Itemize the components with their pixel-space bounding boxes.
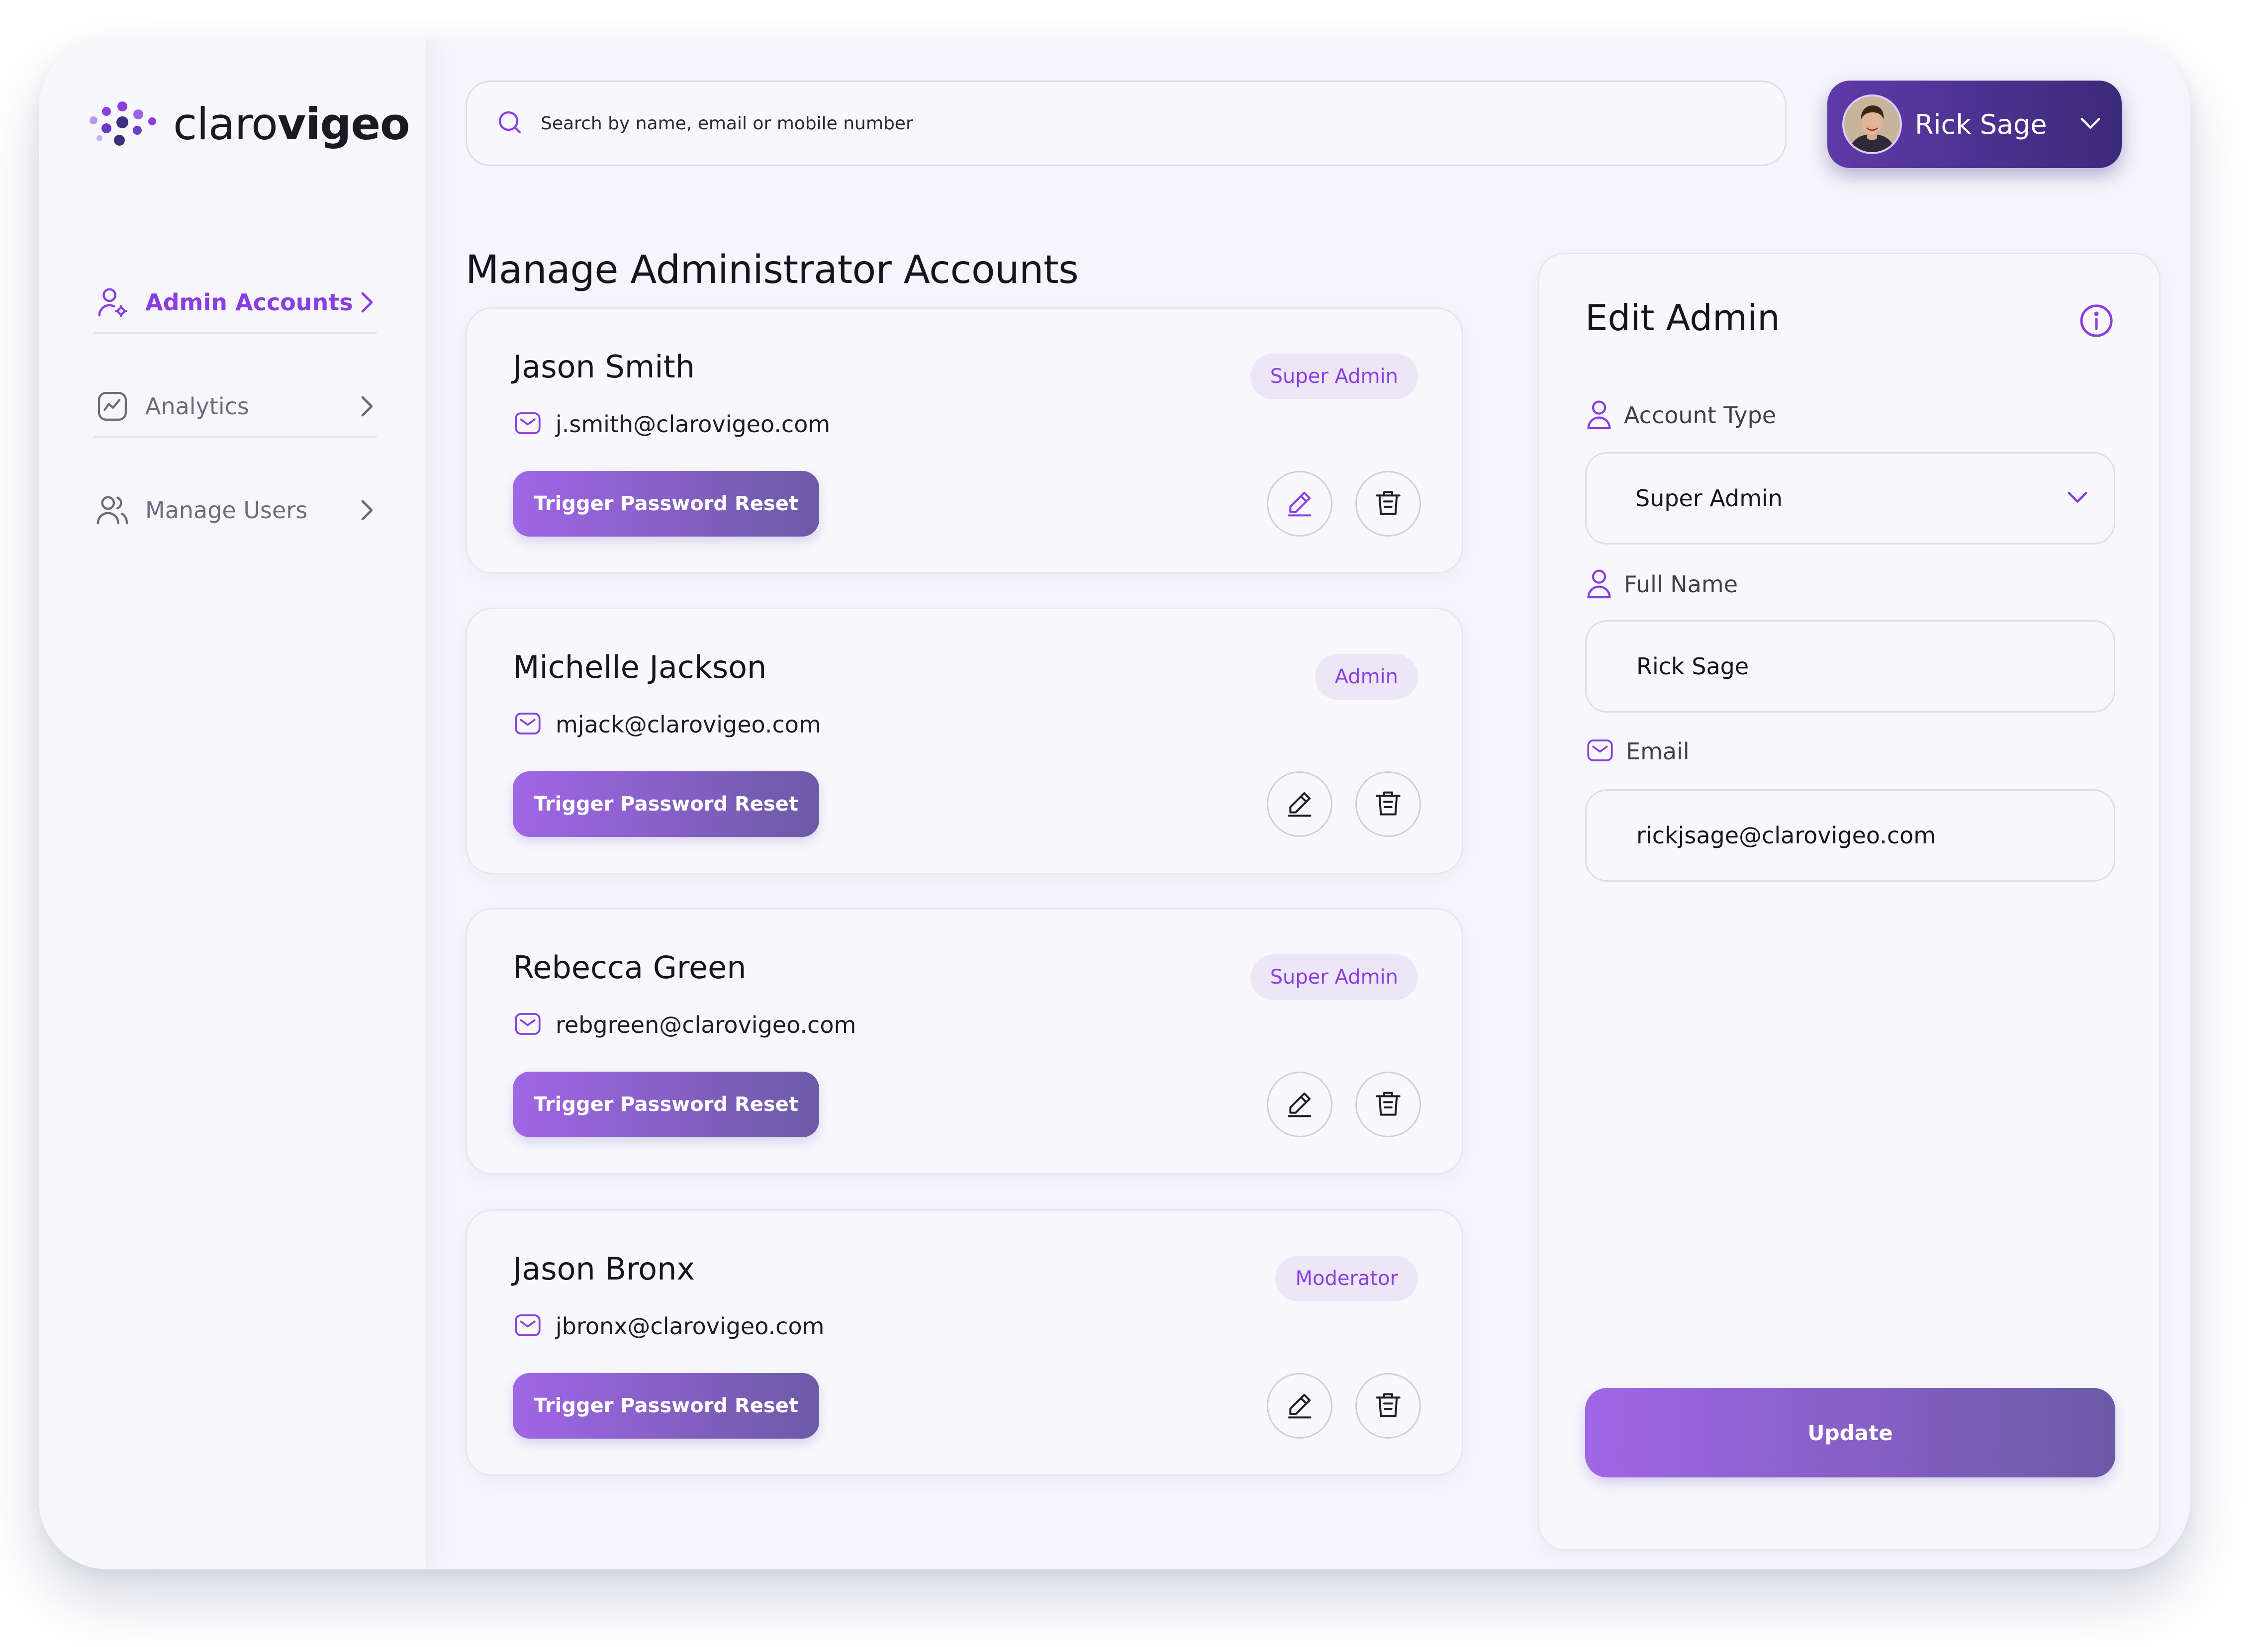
app-window: clarovigeo Admin Accounts Analytics Mana… <box>39 39 2190 1569</box>
account-type-label: Account Type <box>1624 402 1777 429</box>
edit-button[interactable] <box>1267 771 1332 837</box>
admin-card: Rebecca Green Super Admin rebgreen@claro… <box>466 908 1463 1175</box>
admin-name: Jason Smith <box>513 349 695 385</box>
admin-email: rebgreen@clarovigeo.com <box>556 1011 856 1038</box>
chevron-right-icon <box>357 391 377 421</box>
delete-button[interactable] <box>1355 771 1421 837</box>
admin-email-row: j.smith@clarovigeo.com <box>513 408 830 440</box>
update-button[interactable]: Update <box>1585 1388 2115 1477</box>
logo-text-light: claro <box>173 98 278 150</box>
mail-icon <box>513 408 543 440</box>
edit-button[interactable] <box>1267 1373 1332 1439</box>
admin-card: Jason Bronx Moderator jbronx@clarovigeo.… <box>466 1209 1463 1476</box>
full-name-input[interactable] <box>1635 652 2089 680</box>
chevron-right-icon <box>357 287 377 317</box>
avatar <box>1842 94 1902 154</box>
trigger-password-reset-button[interactable]: Trigger Password Reset <box>513 771 819 837</box>
delete-button[interactable] <box>1355 471 1421 537</box>
role-badge: Super Admin <box>1250 354 1418 399</box>
account-type-select[interactable]: Super Admin <box>1585 452 2115 545</box>
logo-text-bold: vigeo <box>277 98 410 150</box>
admin-email-row: rebgreen@clarovigeo.com <box>513 1009 856 1041</box>
edit-button[interactable] <box>1267 471 1332 537</box>
sidebar-item-label: Admin Accounts <box>145 289 353 316</box>
admin-email-row: mjack@clarovigeo.com <box>513 709 821 740</box>
mail-icon <box>513 709 543 740</box>
delete-button[interactable] <box>1355 1373 1421 1439</box>
pencil-icon <box>1284 487 1316 521</box>
admin-name: Michelle Jackson <box>513 649 767 685</box>
profile-menu-button[interactable]: Rick Sage <box>1827 81 2122 168</box>
email-input[interactable] <box>1635 822 2089 849</box>
sidebar-item-manage-users[interactable]: Manage Users <box>94 480 377 540</box>
trigger-password-reset-button[interactable]: Trigger Password Reset <box>513 1072 819 1137</box>
full-name-field[interactable] <box>1585 620 2115 713</box>
email-label-row: Email <box>1585 735 1690 767</box>
page-title: Manage Administrator Accounts <box>466 248 1079 292</box>
sidebar-item-analytics[interactable]: Analytics <box>94 376 377 438</box>
info-icon[interactable] <box>2078 302 2115 340</box>
user-settings-icon <box>94 283 131 321</box>
mail-icon <box>513 1009 543 1041</box>
trash-icon <box>1372 1389 1404 1423</box>
account-type-label-row: Account Type <box>1585 398 1776 432</box>
users-icon <box>94 491 131 529</box>
edit-panel-title: Edit Admin <box>1585 297 1780 339</box>
trash-icon <box>1372 1088 1404 1121</box>
admin-email: mjack@clarovigeo.com <box>556 711 821 738</box>
email-label: Email <box>1626 738 1690 765</box>
admin-name: Jason Bronx <box>513 1251 695 1287</box>
trigger-password-reset-button[interactable]: Trigger Password Reset <box>513 1373 819 1439</box>
sidebar: clarovigeo Admin Accounts Analytics Mana… <box>39 39 427 1569</box>
trigger-password-reset-button[interactable]: Trigger Password Reset <box>513 471 819 537</box>
chevron-down-icon <box>2066 490 2089 507</box>
pencil-icon <box>1284 787 1316 821</box>
sidebar-nav: Admin Accounts Analytics Manage Users <box>94 273 377 583</box>
logo: clarovigeo <box>89 98 410 150</box>
email-field[interactable] <box>1585 789 2115 882</box>
chevron-right-icon <box>357 495 377 525</box>
sidebar-item-admin-accounts[interactable]: Admin Accounts <box>94 273 377 334</box>
edit-admin-panel: Edit Admin Account Type Super Admin Full… <box>1538 253 2161 1551</box>
full-name-label: Full Name <box>1624 571 1738 598</box>
logo-wordmark: clarovigeo <box>173 98 410 150</box>
account-type-value: Super Admin <box>1635 485 1783 512</box>
chevron-down-icon <box>2079 116 2102 133</box>
admin-card: Jason Smith Super Admin j.smith@clarovig… <box>466 307 1463 574</box>
search-input[interactable] <box>540 112 1686 134</box>
user-icon <box>1585 567 1613 601</box>
search-bar[interactable] <box>466 81 1787 166</box>
trash-icon <box>1372 787 1404 821</box>
full-name-label-row: Full Name <box>1585 567 1738 601</box>
delete-button[interactable] <box>1355 1072 1421 1137</box>
pencil-icon <box>1284 1088 1316 1121</box>
user-icon <box>1585 398 1613 432</box>
role-badge: Admin <box>1315 654 1418 700</box>
admin-name: Rebecca Green <box>513 949 747 986</box>
sidebar-item-label: Manage Users <box>145 497 308 524</box>
pencil-icon <box>1284 1389 1316 1423</box>
mail-icon <box>1585 735 1615 767</box>
mail-icon <box>513 1310 543 1342</box>
analytics-icon <box>94 387 131 425</box>
edit-button[interactable] <box>1267 1072 1332 1137</box>
profile-name: Rick Sage <box>1915 108 2047 140</box>
logo-dots-icon <box>90 101 156 146</box>
search-icon <box>495 107 525 139</box>
admin-email-row: jbronx@clarovigeo.com <box>513 1310 824 1342</box>
admin-email: j.smith@clarovigeo.com <box>556 411 831 438</box>
admin-email: jbronx@clarovigeo.com <box>556 1313 825 1340</box>
sidebar-item-label: Analytics <box>145 393 249 420</box>
admin-card: Michelle Jackson Admin mjack@clarovigeo.… <box>466 608 1463 874</box>
trash-icon <box>1372 487 1404 521</box>
role-badge: Super Admin <box>1250 954 1418 1000</box>
role-badge: Moderator <box>1275 1256 1418 1301</box>
